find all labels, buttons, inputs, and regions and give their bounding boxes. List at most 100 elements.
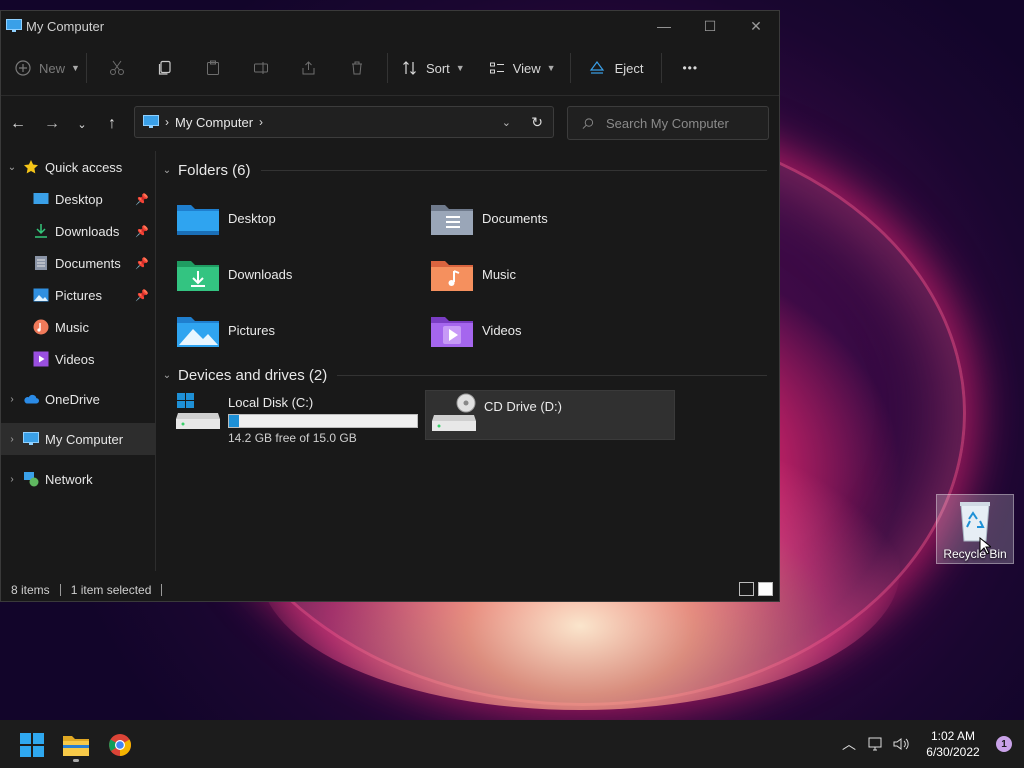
nav-item-documents[interactable]: Documents 📌: [1, 247, 155, 279]
chevron-down-icon[interactable]: ⌄: [502, 116, 511, 129]
more-options-button[interactable]: •••: [668, 50, 712, 86]
status-divider: [59, 584, 61, 596]
nav-item-videos[interactable]: Videos: [1, 343, 155, 375]
search-box[interactable]: [567, 106, 769, 140]
address-bar[interactable]: › My Computer › ⌄ ↻: [134, 106, 554, 138]
folder-downloads[interactable]: Downloads: [176, 257, 292, 293]
chevron-right-icon[interactable]: ›: [1, 474, 23, 485]
status-divider: [161, 584, 163, 596]
nav-item-downloads[interactable]: Downloads 📌: [1, 215, 155, 247]
large-icons-view-icon[interactable]: [758, 582, 773, 596]
drive-usage-bar: [228, 414, 418, 428]
notification-badge[interactable]: 1: [996, 736, 1012, 752]
search-icon: [582, 117, 594, 129]
running-indicator: [73, 759, 79, 762]
eject-button[interactable]: Eject: [577, 50, 656, 86]
taskbar-chrome[interactable]: [100, 728, 140, 762]
folder-documents[interactable]: Documents: [430, 201, 548, 237]
close-button[interactable]: ✕: [733, 11, 779, 41]
arrow-right-icon: →: [44, 115, 60, 132]
chrome-icon: [109, 734, 131, 756]
maximize-button[interactable]: ☐: [687, 11, 733, 41]
title-bar[interactable]: My Computer — ☐ ✕: [1, 11, 779, 41]
clock[interactable]: 1:02 AM 6/30/2022: [918, 728, 988, 760]
nav-item-music[interactable]: Music: [1, 311, 155, 343]
details-view-icon[interactable]: [739, 582, 754, 596]
drive-local-disk-c[interactable]: Local Disk (C:) 14.2 GB free of 15.0 GB: [176, 391, 426, 445]
command-bar: New ▼ Sort ▼ View ▼ Eject •••: [1, 41, 779, 96]
documents-icon: [33, 255, 49, 271]
chevron-up-icon[interactable]: ︿: [842, 734, 856, 754]
item-count: 8 items: [11, 583, 50, 597]
group-title: Devices and drives (2): [178, 366, 328, 384]
folder-label: Videos: [482, 323, 522, 338]
nav-item-desktop[interactable]: Desktop 📌: [1, 183, 155, 215]
chevron-right-icon[interactable]: ›: [1, 394, 23, 405]
nav-my-computer[interactable]: › My Computer: [1, 423, 155, 455]
computer-icon: [23, 431, 39, 447]
chevron-right-icon[interactable]: ›: [259, 115, 263, 129]
cut-button[interactable]: [93, 50, 141, 86]
toolbar-divider: [569, 53, 571, 83]
up-button[interactable]: ↑: [95, 108, 129, 140]
mouse-cursor-icon: [979, 537, 991, 555]
copy-button[interactable]: [141, 50, 189, 86]
desktop-folder-icon: [177, 205, 219, 235]
computer-icon: [6, 19, 22, 32]
music-icon: [33, 319, 49, 335]
nav-quick-access[interactable]: ⌄ Quick access: [1, 151, 155, 183]
nav-network[interactable]: › Network: [1, 463, 155, 495]
nav-label: Documents: [55, 255, 121, 271]
folder-desktop[interactable]: Desktop: [176, 201, 276, 237]
recent-locations-button[interactable]: ⌄: [69, 108, 95, 140]
network-icon: [23, 471, 39, 487]
chevron-down-icon: ⌄: [162, 164, 172, 176]
network-status-icon[interactable]: [868, 736, 884, 752]
view-button[interactable]: View ▼: [481, 50, 564, 86]
toolbar-divider: [386, 53, 388, 83]
folder-pictures[interactable]: Pictures: [176, 313, 275, 349]
sort-button[interactable]: Sort ▼: [394, 50, 473, 86]
videos-folder-icon: [431, 317, 473, 347]
chevron-right-icon: ›: [165, 115, 169, 129]
nav-item-pictures[interactable]: Pictures 📌: [1, 279, 155, 311]
folder-videos[interactable]: Videos: [430, 313, 522, 349]
drives-group-header[interactable]: ⌄ Devices and drives (2): [156, 360, 781, 390]
start-button[interactable]: [12, 728, 52, 762]
new-label: New: [39, 60, 66, 76]
volume-icon[interactable]: [892, 736, 910, 752]
pictures-icon: [33, 287, 49, 303]
downloads-folder-icon: [177, 261, 219, 291]
eject-icon: [589, 61, 604, 74]
nav-label: My Computer: [45, 431, 124, 447]
minimize-button[interactable]: —: [641, 11, 687, 41]
folders-group-header[interactable]: ⌄ Folders (6): [156, 155, 781, 185]
trash-icon: [351, 61, 362, 75]
search-input[interactable]: [604, 114, 768, 132]
downloads-icon: [33, 223, 49, 239]
breadcrumb-my-computer[interactable]: My Computer: [175, 115, 253, 130]
folder-label: Downloads: [228, 267, 293, 282]
new-button[interactable]: New ▼: [15, 50, 80, 86]
scissors-icon: [109, 60, 124, 75]
desktop-recycle-bin[interactable]: Recycle Bin: [936, 494, 1014, 564]
clipboard-icon: [206, 60, 219, 75]
refresh-icon[interactable]: ↻: [531, 114, 543, 131]
paste-button[interactable]: [189, 50, 237, 86]
taskbar-file-explorer[interactable]: [56, 728, 96, 762]
back-button[interactable]: ←: [1, 108, 35, 140]
chevron-down-icon[interactable]: ⌄: [1, 162, 23, 173]
system-tray: ︿ 1:02 AM 6/30/2022 1: [842, 720, 1024, 768]
folder-music[interactable]: Music: [430, 257, 516, 293]
chevron-right-icon[interactable]: ›: [1, 434, 23, 445]
nav-onedrive[interactable]: › OneDrive: [1, 383, 155, 415]
chevron-down-icon: ⌄: [77, 118, 87, 131]
forward-button[interactable]: →: [35, 108, 69, 140]
file-explorer-window: My Computer — ☐ ✕ New ▼ Sort ▼ View ▼ Ej…: [0, 10, 780, 602]
delete-button[interactable]: [333, 50, 381, 86]
copy-icon: [158, 60, 171, 75]
cd-drive-icon: [432, 393, 476, 431]
share-button[interactable]: [285, 50, 333, 86]
drive-cd-drive-d[interactable]: CD Drive (D:): [425, 390, 675, 440]
rename-button[interactable]: [237, 50, 285, 86]
